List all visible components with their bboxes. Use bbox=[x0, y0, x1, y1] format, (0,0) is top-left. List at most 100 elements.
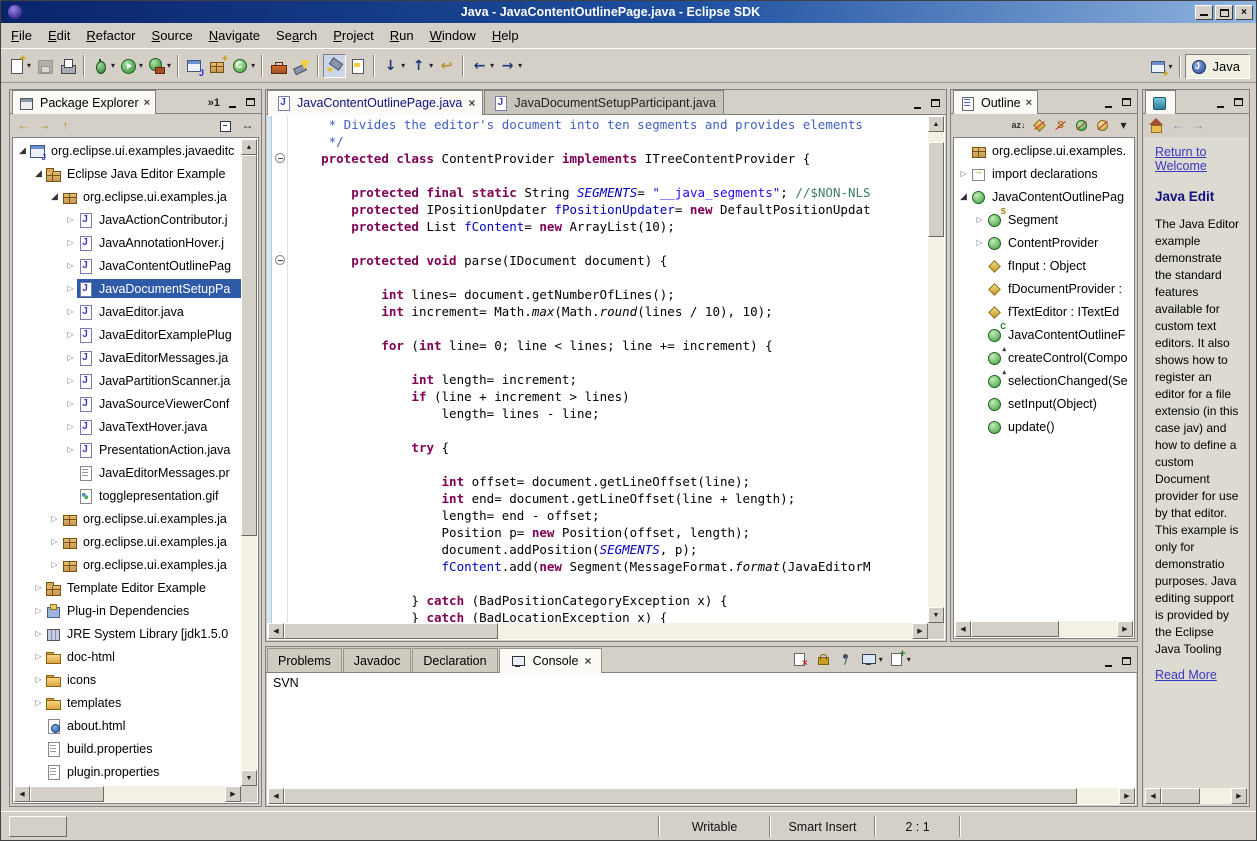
print-button[interactable] bbox=[56, 54, 79, 78]
scrollbar-thumb[interactable] bbox=[241, 155, 257, 536]
scroll-right-button[interactable]: ▶ bbox=[1117, 621, 1133, 637]
close-tab-icon[interactable]: × bbox=[468, 96, 475, 110]
menu-file[interactable]: File bbox=[3, 24, 40, 47]
code-line[interactable] bbox=[291, 269, 928, 286]
scroll-right-button[interactable]: ▶ bbox=[1231, 788, 1247, 804]
up-button[interactable] bbox=[55, 117, 76, 134]
code-line[interactable] bbox=[291, 235, 928, 252]
editor-tab[interactable]: JavaDocumentSetupParticipant.java bbox=[484, 90, 724, 114]
scroll-right-button[interactable]: ▶ bbox=[1119, 788, 1135, 804]
close-window-button[interactable]: × bbox=[1235, 5, 1253, 20]
menu-navigate[interactable]: Navigate bbox=[201, 24, 268, 47]
open-console-button[interactable]: ▾ bbox=[886, 651, 912, 668]
previous-annotation-dropdown-arrow[interactable]: ▾ bbox=[429, 61, 433, 70]
menu-help[interactable]: Help bbox=[484, 24, 527, 47]
tree-item[interactable]: ▴selectionChanged(Se bbox=[955, 369, 1133, 392]
expand-arrow-icon[interactable]: ▷ bbox=[64, 284, 77, 293]
collapse-all-button[interactable] bbox=[216, 117, 237, 134]
forward-nav-button[interactable] bbox=[1188, 117, 1209, 134]
scrollbar-thumb[interactable] bbox=[30, 786, 104, 802]
expand-arrow-icon[interactable]: ▷ bbox=[64, 399, 77, 408]
code-line[interactable]: int offset= document.getLineOffset(line)… bbox=[291, 473, 928, 490]
package-explorer-tab[interactable]: Package Explorer × bbox=[12, 90, 156, 114]
scroll-left-button[interactable]: ◀ bbox=[268, 623, 284, 639]
scroll-left-button[interactable]: ◀ bbox=[955, 621, 971, 637]
code-area[interactable]: * Divides the editor's document into ten… bbox=[291, 116, 928, 623]
run-external-tools-dropdown-arrow[interactable]: ▾ bbox=[167, 61, 171, 70]
link-with-editor-button[interactable] bbox=[237, 117, 258, 134]
home-button[interactable] bbox=[1146, 117, 1167, 134]
hidden-tabs-chevron[interactable]: »1 bbox=[208, 97, 220, 109]
expand-arrow-icon[interactable]: ▷ bbox=[32, 583, 45, 592]
outline-tab[interactable]: Outline × bbox=[953, 90, 1038, 114]
expand-arrow-icon[interactable]: ▷ bbox=[973, 238, 986, 247]
minimize-view-button[interactable] bbox=[1101, 96, 1117, 110]
console-tab-declaration[interactable]: Declaration bbox=[412, 648, 497, 672]
run-dropdown-arrow[interactable]: ▾ bbox=[139, 61, 143, 70]
code-line[interactable]: int end= document.getLineOffset(line + l… bbox=[291, 490, 928, 507]
tree-item[interactable]: ▷JavaActionContributor.j bbox=[14, 208, 241, 231]
expand-arrow-icon[interactable]: ▷ bbox=[957, 169, 970, 178]
fold-collapse-icon[interactable] bbox=[275, 153, 285, 163]
vertical-scrollbar[interactable]: ▲▼ bbox=[241, 139, 257, 786]
expand-arrow-icon[interactable]: ▷ bbox=[32, 629, 45, 638]
tree-item[interactable]: ▴createControl(Compo bbox=[955, 346, 1133, 369]
tree-item[interactable]: update() bbox=[955, 415, 1133, 438]
code-line[interactable]: protected IPositionUpdater fPositionUpda… bbox=[291, 201, 928, 218]
tree-item[interactable]: ▷org.eclipse.ui.examples.ja bbox=[14, 507, 241, 530]
scroll-down-button[interactable]: ▼ bbox=[928, 607, 944, 623]
code-line[interactable]: protected void parse(IDocument document)… bbox=[291, 252, 928, 269]
scrollbar-thumb[interactable] bbox=[928, 142, 944, 237]
next-annotation-button[interactable]: ↓▾ bbox=[379, 54, 407, 78]
tree-item[interactable]: ▷Plug-in Dependencies bbox=[14, 599, 241, 622]
scroll-right-button[interactable]: ▶ bbox=[912, 623, 928, 639]
code-line[interactable]: document.addPosition(SEGMENTS, p); bbox=[291, 541, 928, 558]
return-to-welcome-link[interactable]: Return to Welcome bbox=[1155, 145, 1229, 173]
code-line[interactable]: protected List fContent= new ArrayList(1… bbox=[291, 218, 928, 235]
scrollbar-thumb[interactable] bbox=[284, 623, 498, 639]
vertical-scrollbar[interactable]: ▲▼ bbox=[928, 116, 944, 623]
tree-item[interactable]: ▷Template Editor Example bbox=[14, 576, 241, 599]
tree-item[interactable]: build.properties bbox=[14, 737, 241, 760]
tree-item[interactable]: ▷JavaEditorExamplePlug bbox=[14, 323, 241, 346]
debug-dropdown-arrow[interactable]: ▾ bbox=[111, 61, 115, 70]
forward-dropdown-arrow[interactable]: ▾ bbox=[518, 61, 522, 70]
new-wizard-button[interactable]: ▾ bbox=[5, 54, 33, 78]
code-line[interactable]: length= lines - line; bbox=[291, 405, 928, 422]
maximize-editor-button[interactable] bbox=[928, 97, 944, 111]
maximize-view-button[interactable] bbox=[1119, 655, 1135, 669]
code-line[interactable]: protected class ContentProvider implemen… bbox=[291, 150, 928, 167]
editor-tab[interactable]: JavaContentOutlinePage.java× bbox=[267, 90, 483, 115]
minimize-window-button[interactable] bbox=[1195, 5, 1213, 20]
expand-arrow-icon[interactable]: ▷ bbox=[48, 560, 61, 569]
minimize-editor-button[interactable] bbox=[910, 97, 926, 111]
tree-item[interactable]: ▷JavaContentOutlinePag bbox=[14, 254, 241, 277]
tree-item[interactable]: ▷templates bbox=[14, 691, 241, 714]
back-button[interactable]: ←▾ bbox=[468, 54, 496, 78]
horizontal-scrollbar[interactable]: ◀▶ bbox=[268, 623, 928, 639]
new-java-class-dropdown-arrow[interactable]: ▾ bbox=[251, 61, 255, 70]
debug-button[interactable]: ▾ bbox=[89, 54, 117, 78]
expand-arrow-icon[interactable]: ▷ bbox=[32, 652, 45, 661]
scroll-up-button[interactable]: ▲ bbox=[241, 139, 257, 155]
tree-item[interactable]: ▷SSegment bbox=[955, 208, 1133, 231]
scroll-right-button[interactable]: ▶ bbox=[225, 786, 241, 802]
collapse-arrow-icon[interactable]: ◢ bbox=[48, 191, 61, 202]
code-line[interactable]: if (line + increment > lines) bbox=[291, 388, 928, 405]
menu-refactor[interactable]: Refactor bbox=[78, 24, 143, 47]
code-line[interactable]: } catch (BadLocationException x) { bbox=[291, 609, 928, 623]
minimize-view-button[interactable] bbox=[225, 96, 241, 110]
tree-item[interactable]: ◢org.eclipse.ui.examples.ja bbox=[14, 185, 241, 208]
tree-item[interactable]: JavaEditorMessages.pr bbox=[14, 461, 241, 484]
horizontal-scrollbar[interactable]: ◀▶ bbox=[955, 621, 1133, 637]
tree-item[interactable]: plugin.properties bbox=[14, 760, 241, 783]
expand-arrow-icon[interactable]: ▷ bbox=[64, 215, 77, 224]
display-selected-console-dropdown-arrow[interactable]: ▾ bbox=[879, 655, 883, 664]
new-java-package-button[interactable] bbox=[206, 54, 229, 78]
expand-arrow-icon[interactable]: ▷ bbox=[32, 698, 45, 707]
view-menu-button[interactable] bbox=[1113, 117, 1134, 134]
tree-item[interactable]: ▷import declarations bbox=[955, 162, 1133, 185]
expand-arrow-icon[interactable]: ▷ bbox=[64, 353, 77, 362]
close-view-icon[interactable]: × bbox=[144, 97, 150, 109]
horizontal-scrollbar[interactable]: ◀▶ bbox=[268, 788, 1135, 804]
